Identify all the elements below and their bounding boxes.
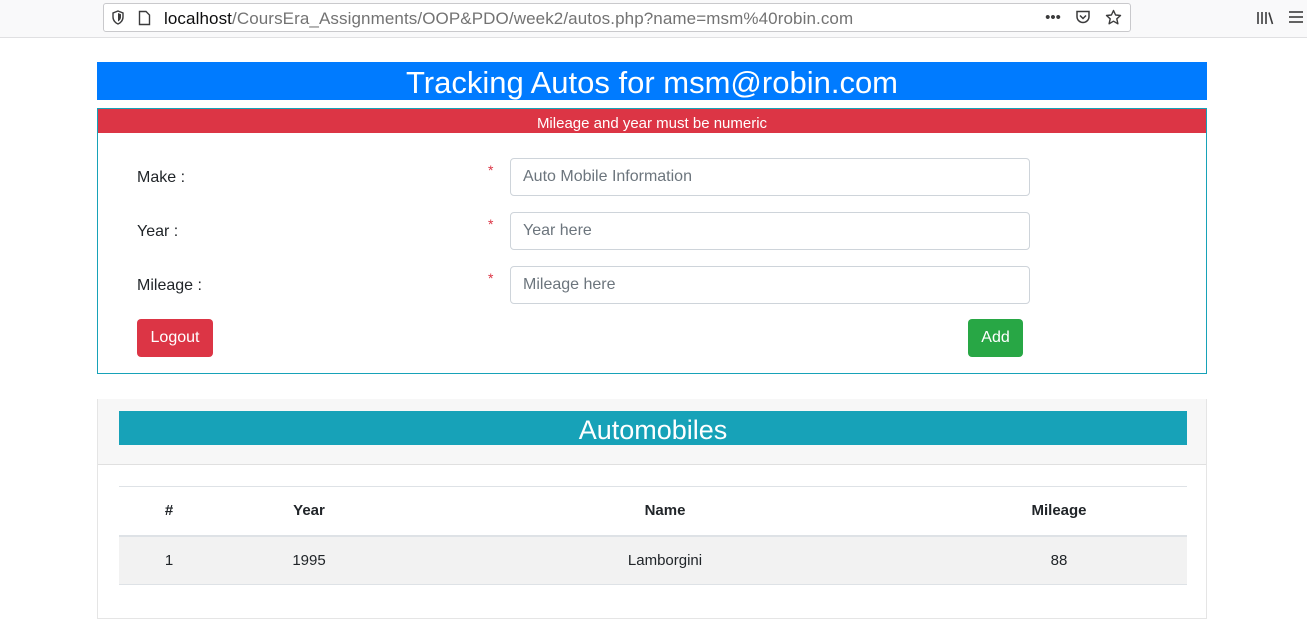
automobiles-card-header: Automobiles	[98, 399, 1206, 465]
bookmark-star-icon[interactable]	[1104, 9, 1122, 27]
more-actions-icon[interactable]: •••	[1044, 9, 1062, 27]
automobiles-table: # Year Name Mileage 1 1995 Lamborgini 88	[119, 486, 1187, 585]
table-row: 1 1995 Lamborgini 88	[119, 535, 1187, 585]
address-bar[interactable]: localhost/CoursEra_Assignments/OOP&PDO/w…	[103, 3, 1131, 32]
mileage-required-mark: *	[488, 270, 494, 286]
error-alert: Mileage and year must be numeric	[98, 109, 1206, 133]
year-required-mark: *	[488, 216, 494, 232]
mileage-input[interactable]	[510, 266, 1030, 304]
cell-number: 1	[119, 535, 219, 585]
browser-toolbar: localhost/CoursEra_Assignments/OOP&PDO/w…	[0, 0, 1307, 38]
year-input[interactable]	[510, 212, 1030, 250]
pocket-icon[interactable]	[1074, 9, 1092, 27]
menu-icon[interactable]	[1288, 10, 1304, 24]
url-host: localhost	[164, 9, 232, 28]
library-icon[interactable]	[1256, 10, 1274, 26]
add-button[interactable]: Add	[968, 319, 1023, 357]
cell-name: Lamborgini	[399, 535, 931, 585]
add-auto-form: Mileage and year must be numeric Make : …	[97, 108, 1207, 374]
cell-mileage: 88	[931, 535, 1187, 585]
url-path: /CoursEra_Assignments/OOP&PDO/week2/auto…	[232, 9, 854, 28]
column-header-mileage: Mileage	[931, 486, 1187, 537]
page-icon[interactable]	[138, 10, 151, 26]
logout-button[interactable]: Logout	[137, 319, 213, 357]
column-header-number: #	[119, 486, 219, 537]
make-input[interactable]	[510, 158, 1030, 196]
table-header-row: # Year Name Mileage	[119, 486, 1187, 537]
cell-year: 1995	[219, 535, 399, 585]
automobiles-card: Automobiles # Year Name Mileage 1 1995 L…	[97, 399, 1207, 619]
year-label: Year :	[137, 223, 179, 240]
column-header-year: Year	[219, 486, 399, 537]
shield-icon[interactable]	[112, 10, 124, 25]
mileage-label: Mileage :	[137, 277, 202, 294]
automobiles-title: Automobiles	[119, 411, 1187, 445]
url-text[interactable]: localhost/CoursEra_Assignments/OOP&PDO/w…	[164, 9, 853, 29]
make-required-mark: *	[488, 162, 494, 178]
column-header-name: Name	[399, 486, 931, 537]
page-title: Tracking Autos for msm@robin.com	[97, 62, 1207, 100]
make-label: Make :	[137, 169, 186, 186]
